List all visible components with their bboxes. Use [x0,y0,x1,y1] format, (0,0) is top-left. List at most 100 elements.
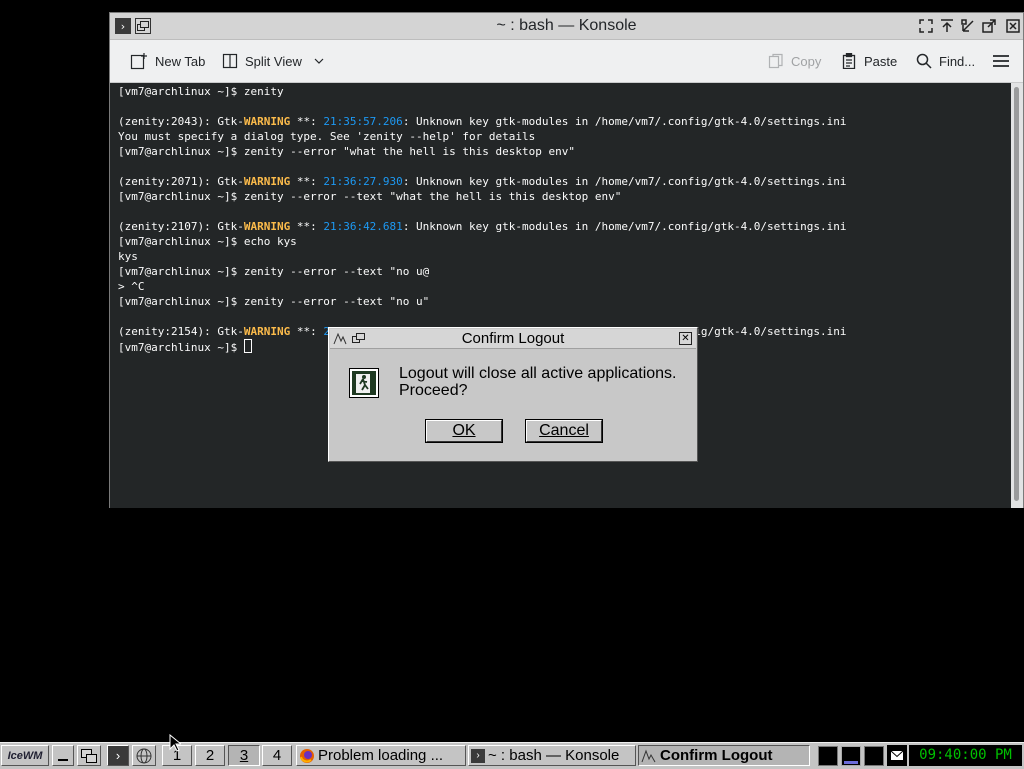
terminal-line: You must specify a dialog type. See 'zen… [118,129,1011,144]
timestamp-text: 21:35:57.206 [323,115,403,128]
split-view-label: Split View [245,53,302,69]
copy-icon [768,53,783,69]
chevron-down-icon [314,58,324,64]
paste-icon [842,53,856,69]
terminal-line: [vm7@archlinux ~]$ zenity [118,84,1011,99]
terminal-text: > ^C [118,280,145,293]
close-icon[interactable] [1005,18,1021,34]
show-desktop-button[interactable] [52,745,74,766]
terminal-text: : Unknown key gtk-modules in /home/vm7/.… [402,175,847,188]
warning-text: WARNING [243,175,291,188]
terminal-text: **: [290,220,324,233]
terminal-text: : Unknown key gtk-modules in /home/vm7/.… [402,115,847,128]
pager-workspace-4[interactable] [864,746,884,766]
terminal-text: [vm7@archlinux ~]$ zenity --error "what … [118,145,575,158]
workspace-label: 3 [239,747,249,764]
clock[interactable]: 09:40:00 PM [909,745,1022,766]
terminal-text: (zenity:2071): Gtk- [118,175,244,188]
new-tab-button[interactable]: New Tab [130,40,205,82]
terminal-line: (zenity:2043): Gtk-WARNING **: 21:35:57.… [118,114,1011,129]
exit-icon [349,368,379,398]
task-confirm-logout[interactable]: Confirm Logout [638,745,810,766]
dialog-close-icon[interactable]: ✕ [679,332,692,345]
browser-launcher[interactable] [132,745,156,766]
workspace-label: 2 [205,747,215,764]
terminal-cursor [243,339,252,353]
mouse-pointer-icon [169,734,181,752]
timestamp-text: 21:36:27.930 [323,175,403,188]
raise-icon[interactable] [939,18,955,34]
terminal-line: kys [118,249,1011,264]
workspace-label: 4 [272,747,282,764]
hamburger-menu-button[interactable] [992,40,1010,82]
dialog-message: Logout will close all active application… [399,365,689,399]
terminal-line: [vm7@archlinux ~]$ zenity --error "what … [118,144,1011,159]
terminal-icon: › [115,748,121,763]
maximize-icon[interactable] [981,18,997,34]
window-list-button[interactable] [77,745,101,766]
dialog-titlebar[interactable]: Confirm Logout ✕ [330,329,696,349]
paste-button[interactable]: Paste [841,40,897,82]
taskbar: IceWM › 1 2 3 4 Problem loading ... › ~ … [0,742,1024,769]
task-firefox[interactable]: Problem loading ... [296,745,466,766]
find-button[interactable]: Find... [916,40,975,82]
workspace-3[interactable]: 3 [228,745,260,766]
hamburger-icon [993,55,1009,67]
terminal-line: [vm7@archlinux ~]$ echo kys [118,234,1011,249]
terminal-text: [vm7@archlinux ~]$ zenity --error --text… [118,190,622,203]
window-list-icon [81,748,97,763]
scrollbar-thumb[interactable] [1014,87,1019,501]
icewm-logo: IceWM [7,749,43,762]
split-view-button[interactable]: Split View [222,40,324,82]
terminal-line: > ^C [118,279,1011,294]
terminal-output: [vm7@archlinux ~]$ zenity (zenity:2043): … [118,84,1011,354]
konsole-title: ~ : bash — Konsole [496,17,637,34]
konsole-icon: › [471,748,485,763]
task-label: Confirm Logout [660,747,773,764]
cancel-button[interactable]: Cancel [525,419,603,443]
terminal-launcher[interactable]: › [107,745,129,766]
terminal-line: [vm7@archlinux ~]$ zenity --error --text… [118,264,1011,279]
terminal-scrollbar[interactable] [1011,83,1023,508]
minimize-icon[interactable] [960,18,976,34]
terminal-line: [vm7@archlinux ~]$ zenity --error --text… [118,294,1011,309]
paste-label: Paste [864,53,898,69]
warning-text: WARNING [243,115,291,128]
task-konsole[interactable]: › ~ : bash — Konsole [468,745,636,766]
mail-icon[interactable] [887,745,907,766]
start-menu-button[interactable]: IceWM [1,745,49,766]
workspace-4[interactable]: 4 [262,745,292,766]
fullscreen-icon[interactable] [918,18,934,34]
pager-workspace-3[interactable] [841,746,861,766]
copy-label: Copy [791,53,822,69]
copy-button[interactable]: Copy [768,40,821,82]
new-tab-label: New Tab [155,53,206,69]
new-tab-icon [130,53,147,70]
pager-workspace-1[interactable] [818,746,838,766]
task-label: Problem loading ... [318,747,444,764]
terminal-text: **: [290,325,324,338]
split-view-icon [222,53,238,69]
workspace-2[interactable]: 2 [195,745,225,766]
confirm-logout-dialog: Confirm Logout ✕ Logout will close all a… [328,327,698,462]
terminal-text: [vm7@archlinux ~]$ zenity --error --text… [118,295,430,308]
minimize-all-icon [58,758,68,761]
globe-icon [136,748,152,763]
terminal-text: **: [290,115,324,128]
firefox-icon [300,748,314,763]
konsole-titlebar[interactable]: › ~ : bash — Konsole [110,13,1023,40]
terminal-text: (zenity:2107): Gtk- [118,220,244,233]
terminal-text: You must specify a dialog type. See 'zen… [118,130,536,143]
terminal-text: [vm7@archlinux ~]$ zenity --error --text… [118,265,430,278]
terminal-text: : Unknown key gtk-modules in /home/vm7/.… [402,220,847,233]
terminal-text: **: [290,175,324,188]
terminal-text: kys [118,250,138,263]
task-label: ~ : bash — Konsole [488,747,620,764]
dialog-message-line1: Logout will close all active application… [399,365,677,382]
terminal-line: (zenity:2107): Gtk-WARNING **: 21:36:42.… [118,219,1011,234]
ok-button[interactable]: OK [425,419,503,443]
timestamp-text: 21:36:42.681 [323,220,403,233]
